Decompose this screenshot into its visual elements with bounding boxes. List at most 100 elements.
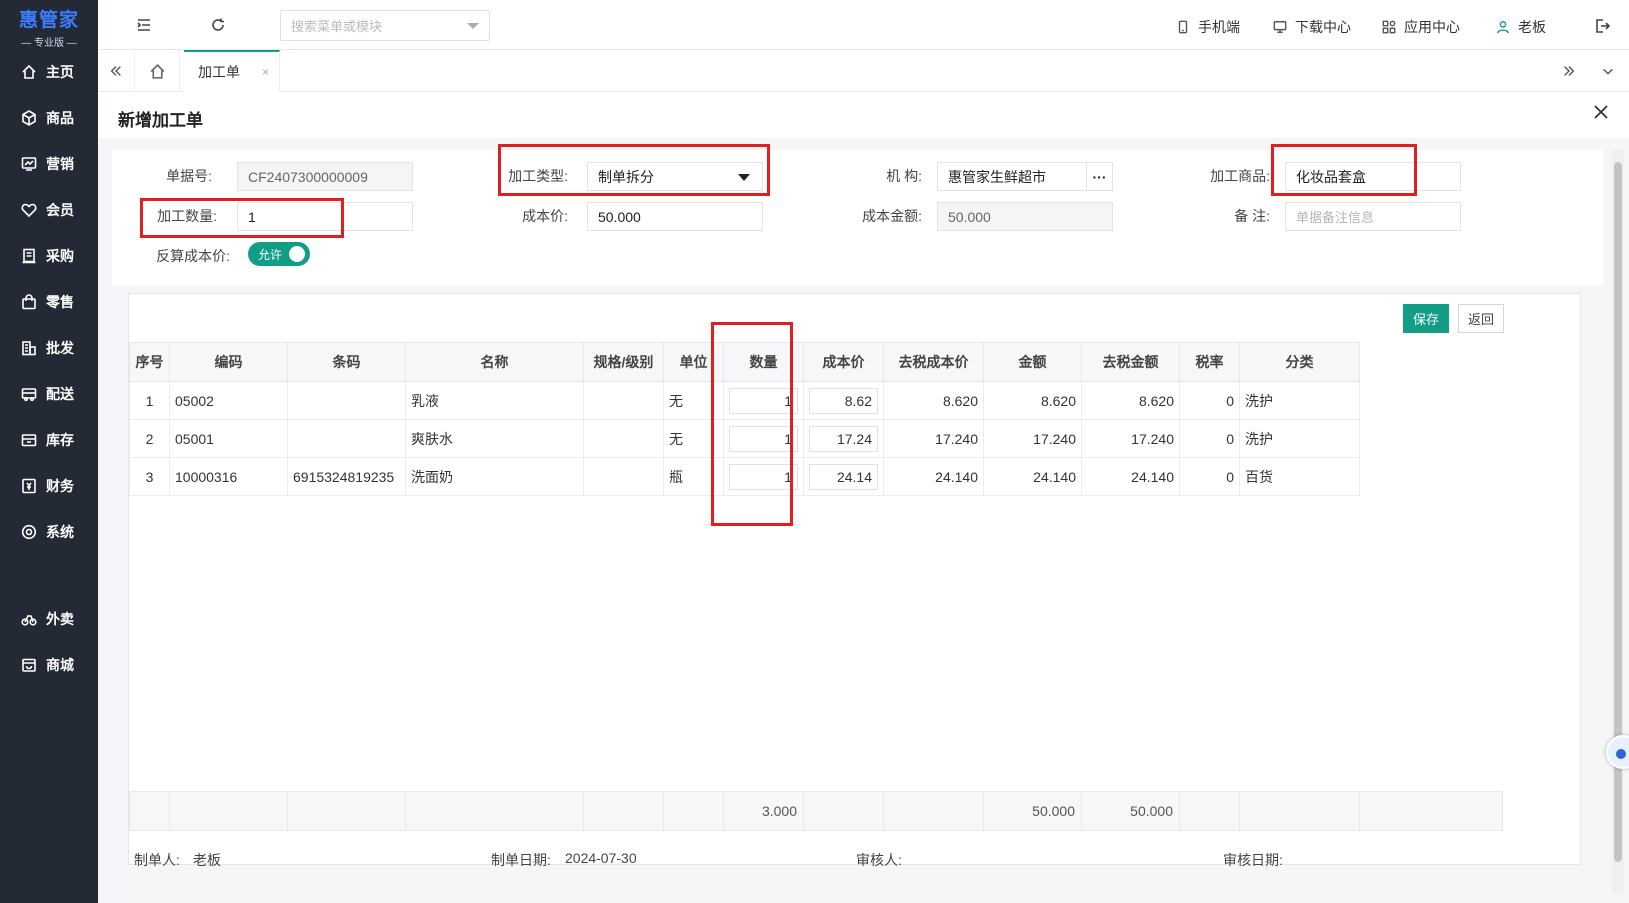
sidebar-item-home[interactable]: 主页 bbox=[0, 52, 98, 92]
sidebar-item-inventory[interactable]: 库存 bbox=[0, 420, 98, 460]
col-header[interactable]: 税率 bbox=[1179, 342, 1240, 382]
date-label: 制单日期: bbox=[491, 852, 551, 868]
table-row[interactable]: 2 05001 爽肤水 无 1 17.24 17.240 17.240 17.2… bbox=[129, 419, 1360, 458]
col-header[interactable]: 条码 bbox=[287, 342, 406, 382]
cell-code: 05001 bbox=[169, 419, 288, 458]
sidebar-item-takeout[interactable]: 外卖 bbox=[0, 599, 98, 639]
save-button[interactable]: 保存 bbox=[1403, 304, 1449, 333]
cell-spec bbox=[583, 381, 664, 420]
qty-cell-input[interactable]: 1 bbox=[729, 463, 798, 490]
logout-icon[interactable] bbox=[1592, 16, 1612, 36]
col-header[interactable]: 规格/级别 bbox=[583, 342, 664, 382]
cell-cost: 24.14 bbox=[803, 457, 884, 496]
cost-input[interactable]: 50.000 bbox=[587, 202, 763, 231]
product-field[interactable]: 化妆品套盒 bbox=[1285, 162, 1461, 191]
total-cell bbox=[405, 791, 584, 831]
tab-close-icon[interactable]: × bbox=[262, 65, 269, 79]
cell-cost-ex-tax: 17.240 bbox=[883, 419, 984, 458]
table-row[interactable]: 3 10000316 6915324819235 洗面奶 瓶 1 24.14 2… bbox=[129, 457, 1360, 496]
cell-spec bbox=[583, 419, 664, 458]
qty-cell-input[interactable]: 1 bbox=[729, 387, 798, 414]
chevron-down-icon bbox=[467, 22, 479, 29]
cost-cell-input[interactable]: 8.62 bbox=[809, 387, 878, 414]
cell-barcode bbox=[287, 419, 406, 458]
sidebar-item-label: 库存 bbox=[46, 432, 74, 448]
col-header[interactable]: 分类 bbox=[1239, 342, 1360, 382]
mobile-link[interactable]: 手机端 bbox=[1176, 17, 1240, 37]
col-header[interactable]: 成本价 bbox=[803, 342, 884, 382]
qty-input[interactable]: 1 bbox=[237, 202, 413, 231]
menu-collapse-icon[interactable] bbox=[134, 15, 154, 35]
bag-icon bbox=[20, 293, 38, 311]
sidebar-item-delivery[interactable]: 配送 bbox=[0, 374, 98, 414]
cost-cell-input[interactable]: 17.24 bbox=[809, 425, 878, 452]
cell-name: 洗面奶 bbox=[405, 457, 584, 496]
reverse-cost-toggle[interactable]: 允许 bbox=[248, 242, 310, 266]
total-qty: 3.000 bbox=[723, 791, 804, 831]
sidebar-item-finance[interactable]: 财务 bbox=[0, 466, 98, 506]
sidebar-item-retail[interactable]: 零售 bbox=[0, 282, 98, 322]
tab-home[interactable] bbox=[134, 50, 180, 92]
sidebar-item-member[interactable]: 会员 bbox=[0, 190, 98, 230]
total-cell bbox=[1179, 791, 1240, 831]
col-header[interactable]: 编码 bbox=[169, 342, 288, 382]
tab-processing-order[interactable]: 加工单 × bbox=[184, 50, 280, 92]
user-menu[interactable]: 老板 bbox=[1496, 17, 1546, 37]
sidebar-item-label: 零售 bbox=[46, 294, 74, 310]
close-icon[interactable] bbox=[1593, 104, 1613, 124]
refresh-icon[interactable] bbox=[208, 15, 228, 35]
sidebar-item-label: 主页 bbox=[46, 64, 74, 80]
sidebar-item-goods[interactable]: 商品 bbox=[0, 98, 98, 138]
col-header[interactable]: 去税成本价 bbox=[883, 342, 984, 382]
sidebar-item-marketing[interactable]: 营销 bbox=[0, 144, 98, 184]
col-header[interactable]: 去税金额 bbox=[1081, 342, 1180, 382]
toggle-label: 允许 bbox=[258, 247, 283, 262]
total-amount: 50.000 bbox=[983, 791, 1082, 831]
col-header[interactable]: 序号 bbox=[129, 342, 170, 382]
back-button[interactable]: 返回 bbox=[1458, 304, 1504, 333]
order-form: 单据号: CF2407300000009 加工类型: 制单拆分 机 构: 惠管家… bbox=[112, 144, 1603, 285]
sidebar-item-purchase[interactable]: 采购 bbox=[0, 236, 98, 276]
cell-amount-ex-tax: 24.140 bbox=[1081, 457, 1180, 496]
tabs-scroll-left-icon[interactable] bbox=[106, 61, 126, 81]
qty-cell-input[interactable]: 1 bbox=[729, 425, 798, 452]
col-header[interactable]: 名称 bbox=[405, 342, 584, 382]
sidebar-item-system[interactable]: 系统 bbox=[0, 512, 98, 552]
org-picker-button[interactable]: ··· bbox=[1086, 163, 1112, 190]
cost-label: 成本价: bbox=[522, 208, 568, 224]
sidebar-item-wholesale[interactable]: 批发 bbox=[0, 328, 98, 368]
home-icon bbox=[150, 63, 164, 79]
doc-no-field[interactable]: CF2407300000009 bbox=[237, 162, 413, 191]
cell-code: 10000316 bbox=[169, 457, 288, 496]
sidebar-item-label: 财务 bbox=[46, 478, 74, 494]
tabs-scroll-right-icon[interactable] bbox=[1559, 61, 1579, 81]
col-header[interactable]: 单位 bbox=[663, 342, 724, 382]
org-label: 机 构: bbox=[886, 168, 922, 184]
org-field[interactable]: 惠管家生鲜超市 ··· bbox=[937, 162, 1113, 191]
cell-amount: 24.140 bbox=[983, 457, 1082, 496]
sidebar-item-label: 外卖 bbox=[46, 611, 74, 627]
maker-label: 制单人: bbox=[134, 852, 180, 868]
cube-icon bbox=[20, 109, 38, 127]
product-label: 加工商品: bbox=[1210, 168, 1270, 184]
cost-cell-input[interactable]: 24.14 bbox=[809, 463, 878, 490]
date-value: 2024-07-30 bbox=[565, 850, 637, 866]
assistant-float-icon[interactable] bbox=[1606, 735, 1629, 769]
cell-category: 百货 bbox=[1239, 457, 1360, 496]
logo[interactable]: 惠管家 — 专业版 — bbox=[0, 0, 98, 50]
menu-search-select[interactable]: 搜索菜单或模块 bbox=[280, 10, 490, 41]
table-row[interactable]: 1 05002 乳液 无 1 8.62 8.620 8.620 8.620 0 … bbox=[129, 381, 1360, 420]
remark-input[interactable]: 单据备注信息 bbox=[1285, 202, 1461, 231]
inventory-icon bbox=[20, 431, 38, 449]
tabs-dropdown-icon[interactable] bbox=[1598, 61, 1618, 81]
cell-qty: 1 bbox=[723, 419, 804, 458]
download-center-link[interactable]: 下载中心 bbox=[1273, 17, 1351, 37]
sidebar-item-mall[interactable]: 商城 bbox=[0, 645, 98, 685]
panel-header: 新增加工单 bbox=[98, 92, 1629, 138]
col-header[interactable]: 金额 bbox=[983, 342, 1082, 382]
app-center-link[interactable]: 应用中心 bbox=[1382, 17, 1460, 37]
item-grid-panel: 保存 返回 序号 编码 条码 名称 规格/级别 单位 数量 成本价 去税成本价 bbox=[128, 293, 1581, 865]
logo-edition: — 专业版 — bbox=[21, 38, 77, 49]
process-type-select[interactable]: 制单拆分 bbox=[587, 162, 763, 191]
col-header[interactable]: 数量 bbox=[723, 342, 804, 382]
